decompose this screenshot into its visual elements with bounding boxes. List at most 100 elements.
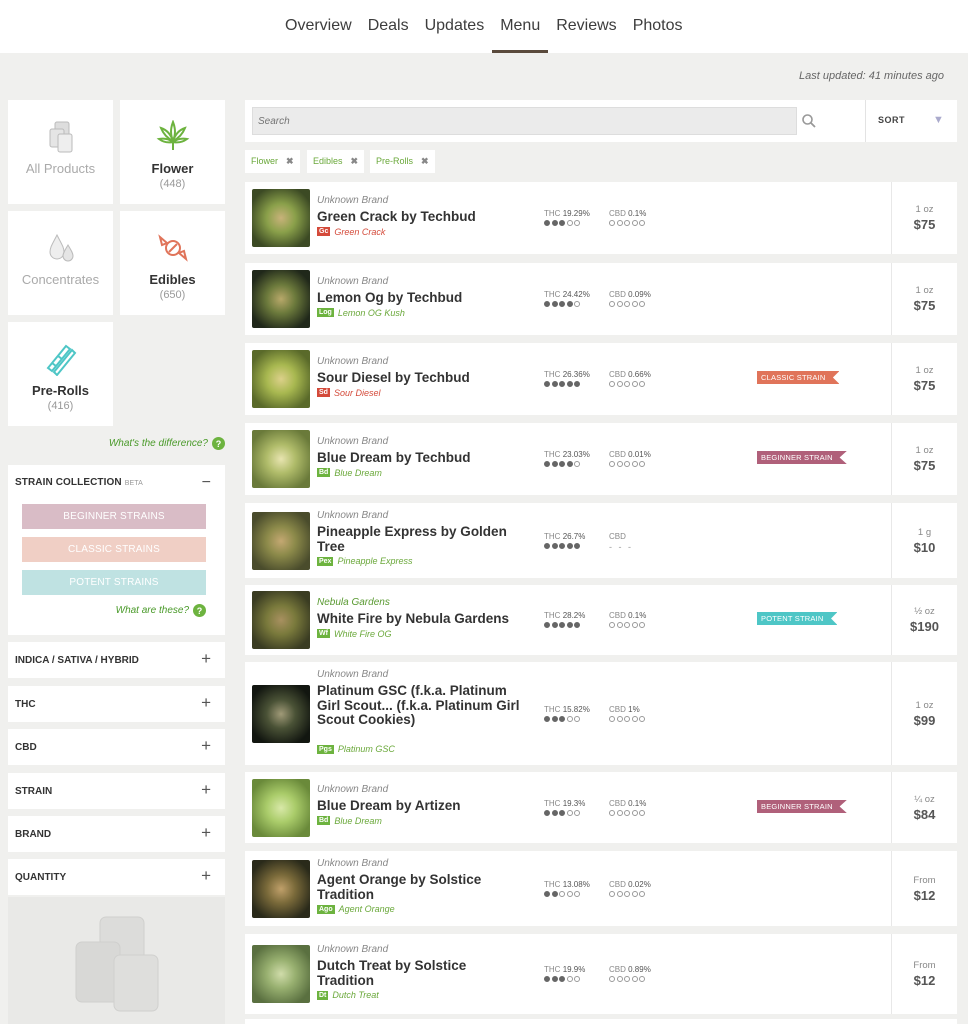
difference-link[interactable]: What's the difference? ? [109, 437, 225, 450]
product-row[interactable]: Unknown Brand Agent Orange by Solstice Tr… [245, 851, 957, 926]
divider [865, 100, 866, 142]
product-row[interactable]: Unknown Brand Platinum GSC (f.k.a. Platin… [245, 662, 957, 765]
boxes-icon [8, 120, 113, 154]
product-row[interactable]: Unknown Brand Blue Dream by Artizen Bd Bl… [245, 772, 957, 843]
search-input[interactable] [252, 107, 797, 135]
filter-brand[interactable]: BRAND + [8, 816, 225, 852]
tab-overview[interactable]: Overview [277, 0, 360, 53]
category-count: (416) [47, 400, 74, 412]
product-name[interactable]: Pineapple Express by Golden Tree [317, 524, 527, 554]
tab-photos[interactable]: Photos [625, 0, 691, 53]
product-price[interactable]: $99 [892, 713, 957, 728]
product-thumbnail[interactable] [252, 945, 310, 1003]
rating-dot [566, 891, 573, 897]
product-row[interactable] [245, 1019, 957, 1024]
collapse-icon[interactable]: − [202, 474, 211, 492]
chip-label: Flower [251, 156, 279, 166]
product-price[interactable]: $75 [892, 217, 957, 232]
strain-ribbon[interactable]: BEGINNER STRAIN [757, 800, 847, 813]
filter-strain[interactable]: STRAIN + [8, 773, 225, 809]
tab-menu[interactable]: Menu [492, 0, 549, 53]
rating-dot [639, 220, 645, 226]
category-concentrates[interactable]: Concentrates [8, 211, 113, 315]
rating-dot [566, 220, 573, 226]
product-strain[interactable]: Pgs Platinum GSC [317, 744, 395, 754]
category-flower[interactable]: Flower (448) [120, 100, 225, 204]
sort-button[interactable]: SORT [878, 115, 905, 125]
chevron-down-icon[interactable]: ▼ [933, 114, 944, 126]
product-name[interactable]: Lemon Og by Techbud [317, 290, 527, 306]
product-strain[interactable]: Ago Agent Orange [317, 904, 395, 914]
product-strain[interactable]: Bd Blue Dream [317, 816, 382, 826]
product-name[interactable]: White Fire by Nebula Gardens [317, 611, 527, 627]
chip-pre-rolls[interactable]: Pre-Rolls ✖ [370, 150, 435, 173]
cbd-dots [609, 891, 651, 897]
product-row[interactable]: Unknown Brand Sour Diesel by Techbud Sd S… [245, 343, 957, 415]
product-row[interactable]: Unknown Brand Dutch Treat by Solstice Tra… [245, 934, 957, 1014]
product-name[interactable]: Green Crack by Techbud [317, 209, 527, 225]
rating-dot [559, 810, 565, 816]
product-price[interactable]: $10 [892, 540, 957, 555]
potent-strains-button[interactable]: POTENT STRAINS [22, 570, 206, 595]
product-strain[interactable]: Dt Dutch Treat [317, 990, 379, 1000]
rating-dot [624, 716, 630, 722]
rating-dot [609, 461, 615, 467]
strain-ribbon[interactable]: POTENT STRAIN [757, 612, 838, 625]
product-strain[interactable]: Log Lemon OG Kush [317, 308, 405, 318]
close-icon[interactable]: ✖ [286, 156, 294, 167]
filter-quantity[interactable]: QUANTITY + [8, 859, 225, 895]
category-edibles[interactable]: Edibles (650) [120, 211, 225, 315]
rating-dot [574, 381, 580, 387]
filter-thc[interactable]: THC + [8, 686, 225, 722]
product-row[interactable]: Unknown Brand Pineapple Express by Golden… [245, 503, 957, 578]
product-strain[interactable]: Wf White Fire OG [317, 629, 391, 639]
tab-updates[interactable]: Updates [417, 0, 493, 53]
chip-edibles[interactable]: Edibles ✖ [307, 150, 365, 173]
product-row[interactable]: Unknown Brand Green Crack by Techbud Gc G… [245, 182, 957, 254]
chip-flower[interactable]: Flower ✖ [245, 150, 300, 173]
product-thumbnail[interactable] [252, 189, 310, 247]
product-thumbnail[interactable] [252, 430, 310, 488]
tab-deals[interactable]: Deals [360, 0, 417, 53]
product-row[interactable]: Nebula Gardens White Fire by Nebula Garde… [245, 585, 957, 655]
product-price[interactable]: $190 [892, 619, 957, 634]
product-name[interactable]: Agent Orange by Solstice Tradition [317, 872, 527, 902]
category-all-products[interactable]: All Products [8, 100, 113, 204]
product-price[interactable]: $12 [892, 973, 957, 988]
product-thumbnail[interactable] [252, 591, 310, 649]
tab-reviews[interactable]: Reviews [548, 0, 624, 53]
what-are-these-link[interactable]: What are these? ? [116, 604, 206, 617]
product-price[interactable]: $75 [892, 458, 957, 473]
product-thumbnail[interactable] [252, 685, 310, 743]
product-row[interactable]: Unknown Brand Blue Dream by Techbud Bd Bl… [245, 423, 957, 495]
product-strain[interactable]: Pex Pineapple Express [317, 556, 413, 566]
product-name[interactable]: Blue Dream by Artizen [317, 798, 527, 814]
close-icon[interactable]: ✖ [421, 156, 429, 167]
product-thumbnail[interactable] [252, 512, 310, 570]
product-price[interactable]: $12 [892, 888, 957, 903]
product-name[interactable]: Blue Dream by Techbud [317, 450, 527, 466]
product-price[interactable]: $84 [892, 807, 957, 822]
product-name[interactable]: Dutch Treat by Solstice Tradition [317, 958, 527, 988]
product-thumbnail[interactable] [252, 779, 310, 837]
product-thumbnail[interactable] [252, 860, 310, 918]
product-price[interactable]: $75 [892, 298, 957, 313]
close-icon[interactable]: ✖ [351, 156, 359, 167]
search-icon[interactable] [801, 113, 817, 134]
beginner-strains-button[interactable]: BEGINNER STRAINS [22, 504, 206, 529]
product-name[interactable]: Platinum GSC (f.k.a. Platinum Girl Scout… [317, 683, 527, 728]
product-name[interactable]: Sour Diesel by Techbud [317, 370, 527, 386]
product-thumbnail[interactable] [252, 350, 310, 408]
filter-cbd[interactable]: CBD + [8, 729, 225, 765]
product-strain[interactable]: Gc Green Crack [317, 227, 385, 237]
product-strain[interactable]: Sd Sour Diesel [317, 388, 380, 398]
strain-ribbon[interactable]: CLASSIC STRAIN [757, 371, 840, 384]
filter-indica-sativa-hybrid[interactable]: INDICA / SATIVA / HYBRID + [8, 642, 225, 678]
product-strain[interactable]: Bd Blue Dream [317, 468, 382, 478]
strain-ribbon[interactable]: BEGINNER STRAIN [757, 451, 847, 464]
category-pre-rolls[interactable]: Pre-Rolls (416) [8, 322, 113, 426]
classic-strains-button[interactable]: CLASSIC STRAINS [22, 537, 206, 562]
product-thumbnail[interactable] [252, 270, 310, 328]
product-row[interactable]: Unknown Brand Lemon Og by Techbud Log Lem… [245, 263, 957, 335]
product-price[interactable]: $75 [892, 378, 957, 393]
